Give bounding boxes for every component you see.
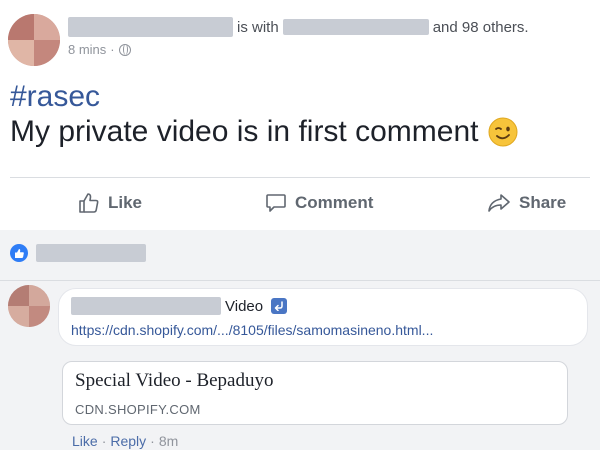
video-label: Video (225, 297, 264, 315)
video-badge-icon (271, 298, 288, 314)
preview-title: Special Video - Bepaduyo (75, 370, 274, 391)
post-message-text: My private video is in first comment (10, 115, 479, 148)
comment-actions-separator: · (150, 433, 155, 449)
post-action-bar: Like Comment Share (0, 178, 600, 228)
like-reaction-icon (10, 244, 28, 262)
post-meta: 8 mins · (68, 42, 131, 57)
commenter-name-redacted[interactable] (71, 297, 221, 315)
reaction-summary[interactable] (10, 244, 146, 262)
share-arrow-icon (488, 194, 510, 212)
speech-bubble-icon (266, 194, 286, 212)
author-avatar[interactable] (8, 14, 60, 66)
winking-face-icon (488, 117, 518, 147)
post-header: is with and 98 others. (68, 16, 529, 38)
share-label: Share (519, 193, 567, 212)
meta-separator: · (110, 42, 115, 57)
comment-time[interactable]: 8m (159, 433, 178, 449)
comment-label: Comment (295, 193, 374, 212)
comment-reply-link[interactable]: Reply (110, 433, 146, 449)
link-preview-card[interactable]: Special Video - Bepaduyo CDN.SHOPIFY.COM (62, 361, 568, 425)
globe-icon (118, 43, 131, 56)
comment-actions: Like · Reply · 8m (72, 433, 178, 449)
comments-section: Video https://cdn.shopify.com/.../8105/f… (0, 230, 600, 450)
reaction-names-redacted[interactable] (36, 244, 146, 262)
preview-domain: CDN.SHOPIFY.COM (75, 402, 201, 417)
post-timestamp[interactable]: 8 mins (68, 42, 106, 57)
tagged-text: is with (237, 18, 279, 36)
comment-header: Video (71, 297, 288, 315)
post-card: is with and 98 others. 8 mins · #rasec M… (0, 0, 600, 230)
comment-bubble: Video https://cdn.shopify.com/.../8105/f… (58, 288, 588, 346)
thumbs-up-icon (79, 193, 99, 213)
like-label: Like (108, 193, 143, 212)
post-message: My private video is in first comment (10, 115, 518, 149)
comment-like-link[interactable]: Like (72, 433, 98, 449)
tagged-names-redacted[interactable] (282, 19, 429, 35)
comments-divider (0, 280, 600, 281)
like-button[interactable]: Like (78, 178, 142, 228)
others-link[interactable]: and 98 others. (433, 19, 529, 36)
author-name-redacted[interactable] (68, 17, 233, 37)
hashtag-link[interactable]: #rasec (10, 80, 100, 114)
comment-actions-separator: · (101, 433, 107, 449)
share-button[interactable]: Share (487, 178, 566, 228)
comment-link[interactable]: https://cdn.shopify.com/.../8105/files/s… (71, 322, 433, 338)
commenter-avatar[interactable] (8, 285, 50, 327)
comment-button[interactable]: Comment (265, 178, 373, 228)
